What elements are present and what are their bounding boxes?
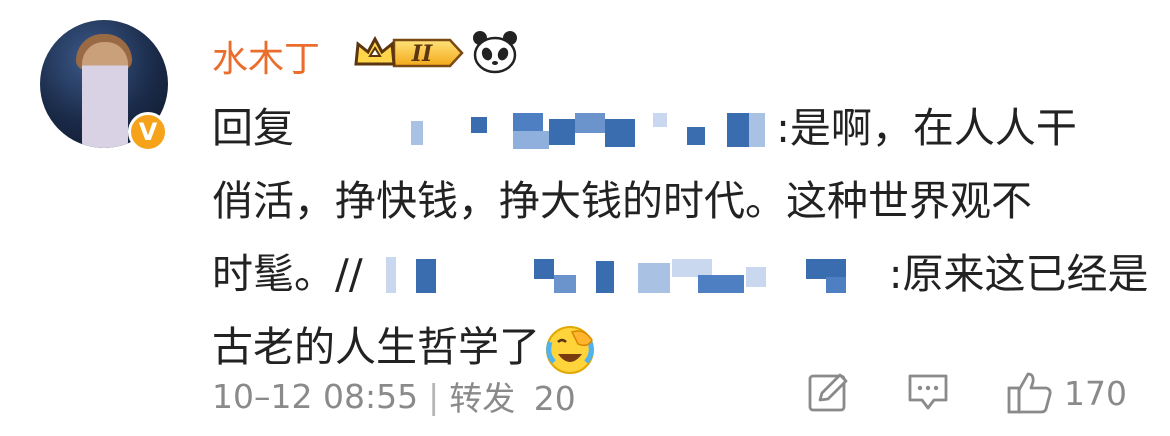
repost-link[interactable]: 转发 20 bbox=[449, 372, 576, 420]
vip-crown-badge[interactable]: II bbox=[352, 34, 464, 72]
redacted-repost-username-mosaic[interactable] bbox=[376, 255, 876, 299]
reply-text: :是啊，在人人干 bbox=[776, 104, 1077, 152]
like-count: 170 bbox=[1064, 373, 1127, 413]
meta-divider: | bbox=[428, 376, 440, 416]
comment-line-1: 回复 :是啊，在人人干 bbox=[212, 92, 1132, 165]
verified-badge: V bbox=[128, 112, 168, 152]
repost-prefix: 时髦。// bbox=[212, 250, 363, 298]
username[interactable]: 水木丁 bbox=[212, 30, 320, 82]
panda-icon bbox=[473, 31, 517, 74]
thumbs-up-icon bbox=[1007, 372, 1052, 414]
repost-label: 转发 bbox=[449, 379, 516, 418]
comment-button[interactable] bbox=[906, 370, 950, 414]
vip-level-text: II bbox=[411, 41, 433, 67]
share-edit-icon bbox=[808, 373, 848, 412]
closing-text: 古老的人生哲学了 bbox=[212, 323, 540, 371]
reply-prefix: 回复 bbox=[212, 104, 294, 152]
share-button[interactable] bbox=[806, 370, 850, 414]
comment-line-2: 俏活，挣快钱，挣大钱的时代。这种世界观不 bbox=[212, 177, 1032, 225]
timestamp: 10–12 08:55 bbox=[212, 376, 419, 416]
comment-line-3: 时髦。// :原来这已经是 bbox=[212, 238, 1149, 311]
redacted-username-mosaic[interactable] bbox=[307, 109, 766, 153]
like-button[interactable]: 170 bbox=[1006, 370, 1127, 416]
repost-count: 20 bbox=[533, 379, 576, 418]
comment-meta: 10–12 08:55 | 转发 20 bbox=[212, 372, 576, 420]
comment-icon bbox=[908, 374, 948, 410]
comment-body: 回复 :是啊，在人人干 俏活，挣快钱，挣大钱的时代。这种世界观不 时髦。//:… bbox=[212, 92, 1149, 384]
laugh-cry-emoji-icon bbox=[546, 326, 594, 374]
avatar-figure bbox=[82, 42, 128, 148]
repost-text: :原来这已经是 bbox=[888, 250, 1149, 298]
